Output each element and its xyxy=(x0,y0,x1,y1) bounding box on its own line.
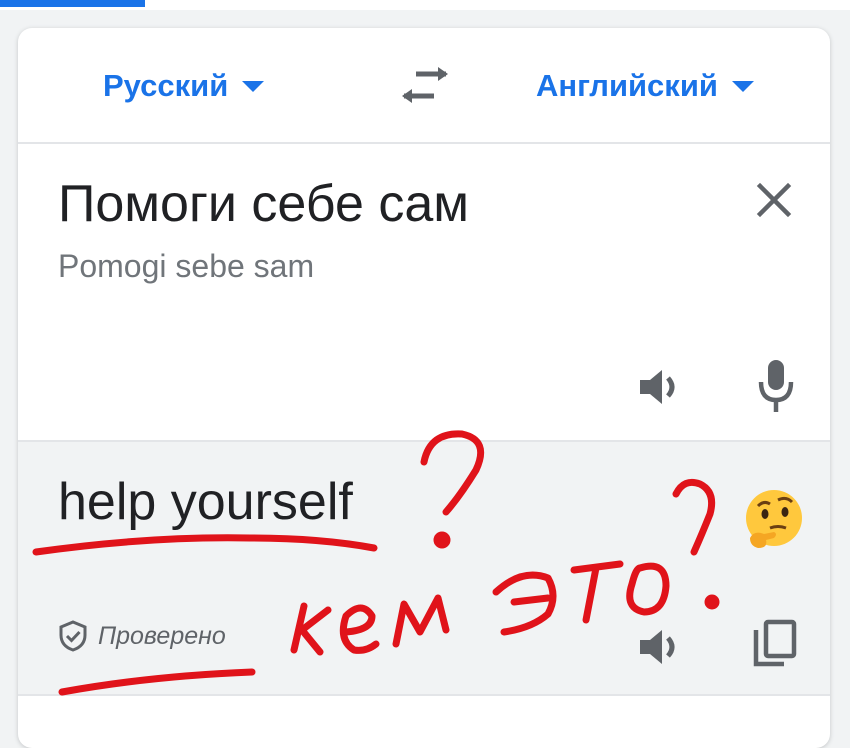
translate-card: Русский Английский Помоги себе сам Pomog… xyxy=(18,28,830,748)
translation-text: help yourself xyxy=(58,473,353,531)
speaker-icon[interactable] xyxy=(634,362,684,412)
top-strip xyxy=(0,0,850,10)
verified-label: Проверено xyxy=(98,621,226,650)
copy-icon[interactable] xyxy=(750,618,800,668)
dropdown-caret-icon xyxy=(242,80,265,92)
verified-badge: Проверено xyxy=(58,620,226,652)
swap-arrows-icon[interactable] xyxy=(398,66,452,106)
source-panel: Помоги себе сам Pomogi sebe sam xyxy=(18,144,830,440)
transliteration-text: Pomogi sebe sam xyxy=(58,248,315,284)
language-bar: Русский Английский xyxy=(18,28,830,144)
close-icon[interactable] xyxy=(752,178,796,222)
thinking-face-emoji xyxy=(746,490,802,548)
target-language-label: Английский xyxy=(536,68,718,103)
target-language-selector[interactable]: Английский xyxy=(536,66,754,106)
source-text[interactable]: Помоги себе сам xyxy=(58,174,469,234)
verified-shield-icon xyxy=(59,620,87,652)
speaker-icon[interactable] xyxy=(634,622,684,672)
source-language-label: Русский xyxy=(103,68,229,103)
active-tab-indicator xyxy=(0,0,145,7)
dropdown-caret-icon xyxy=(731,80,754,92)
result-panel: help yourself Проверено xyxy=(18,440,830,696)
microphone-icon[interactable] xyxy=(756,356,796,416)
source-language-selector[interactable]: Русский xyxy=(103,66,265,106)
